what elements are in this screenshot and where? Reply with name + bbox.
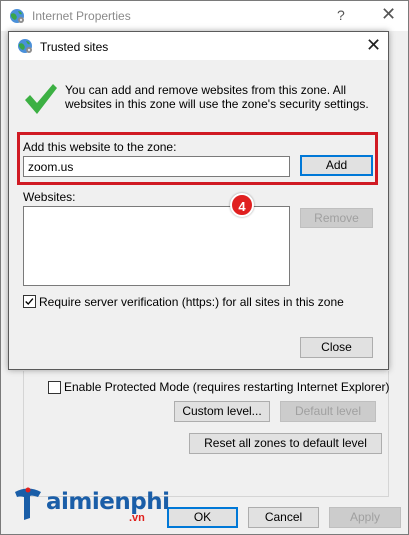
help-button[interactable]: ? xyxy=(337,7,345,23)
trusted-sites-dialog: Trusted sites ✕ You can add and remove w… xyxy=(8,31,389,370)
zone-info-text: You can add and remove websites from thi… xyxy=(65,83,369,111)
parent-titlebar: Internet Properties ? ✕ xyxy=(1,1,408,31)
close-button[interactable]: Close xyxy=(300,337,373,358)
parent-window-title: Internet Properties xyxy=(32,9,131,23)
step-number-badge: 4 xyxy=(230,193,254,217)
ok-button[interactable]: OK xyxy=(167,507,238,528)
dialog-title: Trusted sites xyxy=(40,40,109,54)
checkmark-icon xyxy=(25,298,34,306)
default-level-button[interactable]: Default level xyxy=(280,401,376,422)
custom-level-button[interactable]: Custom level... xyxy=(174,401,270,422)
add-button[interactable]: Add xyxy=(300,155,373,176)
cancel-button[interactable]: Cancel xyxy=(248,507,319,528)
taimienphi-logo-icon xyxy=(15,487,41,520)
globe-settings-icon xyxy=(18,39,32,53)
reset-all-zones-button[interactable]: Reset all zones to default level xyxy=(189,433,382,454)
protected-mode-label: Enable Protected Mode (requires restarti… xyxy=(64,380,390,394)
websites-listbox[interactable] xyxy=(23,206,290,286)
apply-button[interactable]: Apply xyxy=(329,507,401,528)
require-https-label: Require server verification (https:) for… xyxy=(39,295,344,309)
green-check-icon xyxy=(25,84,57,114)
add-website-label: Add this website to the zone: xyxy=(23,140,177,154)
require-https-checkbox[interactable] xyxy=(23,295,36,308)
watermark-suffix: .vn xyxy=(129,512,145,524)
remove-button[interactable]: Remove xyxy=(300,208,373,228)
dialog-titlebar: Trusted sites ✕ xyxy=(9,32,388,60)
watermark-brand: aimienphi xyxy=(46,489,170,515)
websites-label: Websites: xyxy=(23,190,76,204)
globe-settings-icon xyxy=(10,9,24,23)
website-url-input[interactable] xyxy=(23,156,290,177)
protected-mode-checkbox[interactable] xyxy=(48,381,61,394)
dialog-close-button[interactable]: ✕ xyxy=(366,35,381,56)
parent-close-button[interactable]: ✕ xyxy=(381,4,396,25)
